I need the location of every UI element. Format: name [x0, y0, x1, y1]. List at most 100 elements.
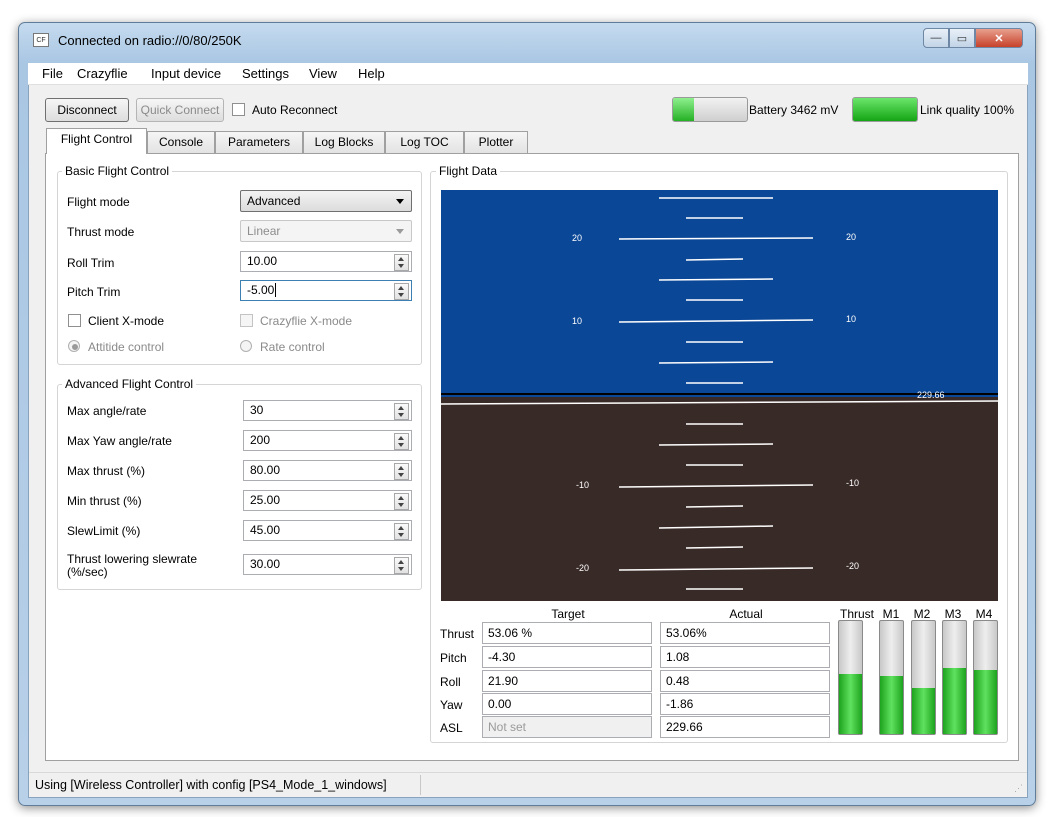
spin-arrows-icon[interactable] [394, 283, 409, 300]
menu-help[interactable]: Help [352, 63, 391, 85]
quick-connect-button[interactable]: Quick Connect [136, 98, 224, 122]
tab-console[interactable]: Console [147, 131, 215, 153]
link-quality-label: Link quality 100% [920, 103, 1015, 117]
close-button[interactable]: ✕ [975, 28, 1023, 48]
link-quality-fill [853, 98, 917, 121]
max-thrust-spinbox[interactable]: 80.00 [243, 460, 412, 481]
chevron-down-icon [396, 199, 404, 204]
tab-log-toc[interactable]: Log TOC [385, 131, 464, 153]
crazyflie-xmode-checkbox[interactable] [240, 314, 253, 327]
slew-limit-label: SlewLimit (%) [67, 524, 141, 538]
thrust-bar-fill [839, 674, 862, 734]
yaw-target-field[interactable]: 0.00 [482, 693, 652, 715]
menu-input-device[interactable]: Input device [145, 63, 227, 85]
link-quality-bar [852, 97, 918, 122]
m2-bar [911, 620, 936, 735]
text-cursor [275, 283, 277, 297]
thrust-lowering-slewrate-value: 30.00 [250, 557, 281, 571]
thrust-actual-field[interactable]: 53.06% [660, 622, 830, 644]
min-thrust-spinbox[interactable]: 25.00 [243, 490, 412, 511]
minimize-button[interactable]: — [923, 28, 949, 48]
spin-arrows-icon[interactable] [394, 403, 409, 420]
pitch-actual-field[interactable]: 1.08 [660, 646, 830, 668]
pitch-trim-label: Pitch Trim [67, 285, 121, 299]
artificial-horizon: 20 20 10 10 -10 -10 -20 -20 229.66 [441, 190, 998, 601]
m3-bar [942, 620, 967, 735]
client-xmode-checkbox[interactable] [68, 314, 81, 327]
tab-log-blocks[interactable]: Log Blocks [303, 131, 385, 153]
disconnect-button[interactable]: Disconnect [45, 98, 129, 122]
slew-limit-spinbox[interactable]: 45.00 [243, 520, 412, 541]
horizon-ground [441, 397, 998, 601]
spin-arrows-icon[interactable] [394, 523, 409, 540]
altitude-readout: 229.66 [917, 390, 945, 400]
menu-bar: File Crazyflie Input device Settings Vie… [28, 63, 1028, 85]
thrust-target-field[interactable]: 53.06 % [482, 622, 652, 644]
battery-bar [672, 97, 748, 122]
flight-mode-select[interactable]: Advanced [240, 190, 412, 212]
tab-flight-control[interactable]: Flight Control [46, 128, 147, 154]
advanced-flight-control-title: Advanced Flight Control [62, 377, 197, 391]
max-yaw-spinbox[interactable]: 200 [243, 430, 412, 451]
menu-crazyflie[interactable]: Crazyflie [71, 63, 134, 85]
bar-label-thrust: Thrust [839, 607, 874, 621]
pitch-trim-spinbox[interactable]: -5.00 [240, 280, 412, 301]
maximize-button[interactable]: ▭ [949, 28, 975, 48]
window-controls: — ▭ ✕ [923, 28, 1027, 49]
rate-control-radio[interactable] [240, 340, 252, 352]
pitch-line [685, 258, 744, 261]
m4-bar-fill [974, 669, 997, 734]
menu-view[interactable]: View [303, 63, 343, 85]
pitch-target-field[interactable]: -4.30 [482, 646, 652, 668]
row-label-yaw: Yaw [440, 698, 463, 712]
max-angle-spinbox[interactable]: 30 [243, 400, 412, 421]
pitch-line [618, 237, 814, 240]
menu-file[interactable]: File [36, 63, 69, 85]
resize-grip-icon[interactable]: ⋰ [1014, 783, 1024, 793]
roll-actual-field[interactable]: 0.48 [660, 670, 830, 692]
pitch-label-minus20-right: -20 [846, 561, 859, 571]
row-label-pitch: Pitch [440, 651, 467, 665]
flight-mode-value: Advanced [247, 194, 301, 208]
roll-target-field[interactable]: 21.90 [482, 670, 652, 692]
thrust-mode-select[interactable]: Linear [240, 220, 412, 242]
roll-trim-label: Roll Trim [67, 256, 115, 270]
roll-trim-value: 10.00 [247, 254, 278, 268]
thrust-mode-label: Thrust mode [67, 225, 135, 239]
spin-arrows-icon[interactable] [394, 493, 409, 510]
slew-limit-value: 45.00 [250, 523, 281, 537]
thrust-lowering-slewrate-spinbox[interactable]: 30.00 [243, 554, 412, 575]
row-label-roll: Roll [440, 675, 461, 689]
pitch-label-minus20-left: -20 [576, 563, 589, 573]
spin-arrows-icon[interactable] [394, 557, 409, 574]
spin-arrows-icon[interactable] [394, 463, 409, 480]
flight-data-title: Flight Data [436, 164, 501, 178]
attitude-control-radio[interactable] [68, 340, 80, 352]
pitch-label-20-right: 20 [846, 232, 856, 242]
tab-plotter[interactable]: Plotter [464, 131, 528, 153]
m1-bar-fill [880, 676, 903, 734]
m3-bar-fill [943, 668, 966, 734]
menu-settings[interactable]: Settings [236, 63, 295, 85]
battery-label: Battery 3462 mV [749, 103, 839, 117]
pitch-line [685, 546, 744, 549]
max-thrust-label: Max thrust (%) [67, 464, 146, 478]
yaw-actual-field[interactable]: -1.86 [660, 693, 830, 715]
asl-actual-field[interactable]: 229.66 [660, 716, 830, 738]
spin-arrows-icon[interactable] [394, 254, 409, 271]
pitch-label-minus10-left: -10 [576, 480, 589, 490]
pitch-line [658, 278, 774, 281]
row-label-asl: ASL [440, 721, 463, 735]
max-yaw-label: Max Yaw angle/rate [67, 434, 172, 448]
asl-target-field[interactable]: Not set [482, 716, 652, 738]
status-divider [29, 772, 1027, 773]
roll-trim-spinbox[interactable]: 10.00 [240, 251, 412, 272]
actual-header: Actual [729, 607, 763, 621]
max-angle-label: Max angle/rate [67, 404, 147, 418]
status-text: Using [Wireless Controller] with config … [29, 775, 421, 795]
tab-parameters[interactable]: Parameters [215, 131, 303, 153]
auto-reconnect-checkbox[interactable] [232, 103, 245, 116]
pitch-label-20-left: 20 [572, 233, 582, 243]
spin-arrows-icon[interactable] [394, 433, 409, 450]
target-header: Target [551, 607, 585, 621]
